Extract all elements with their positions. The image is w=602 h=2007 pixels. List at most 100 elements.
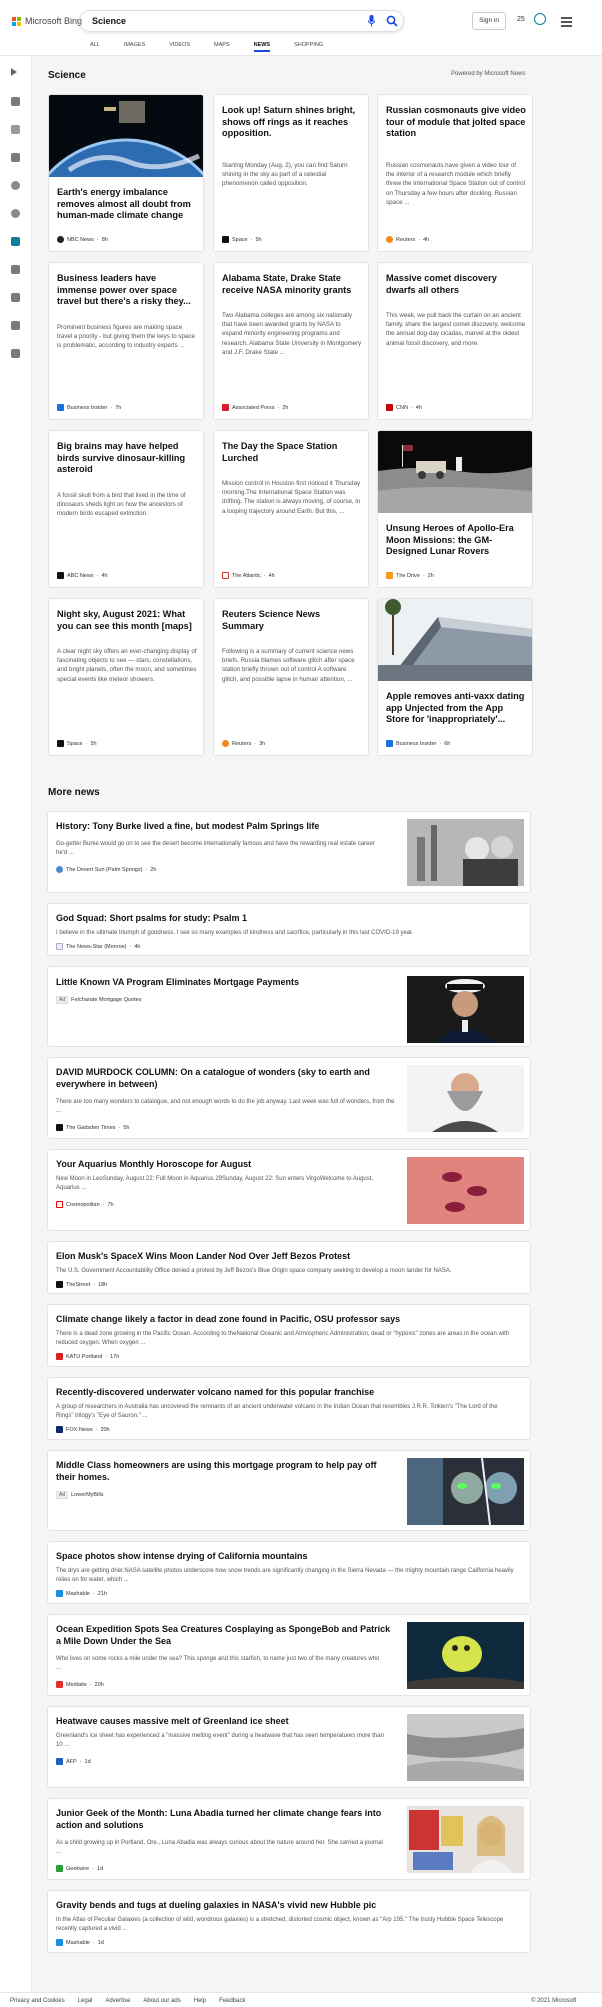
rewards-count[interactable]: 25 xyxy=(517,16,525,23)
news-title[interactable]: History: Tony Burke lived a fine, but mo… xyxy=(56,821,396,833)
news-card[interactable]: Earth's energy imbalance removes almost … xyxy=(48,94,204,252)
news-card[interactable]: Reuters Science News Summary Following i… xyxy=(213,598,369,756)
ap-logo-icon xyxy=(222,404,229,411)
tab-news[interactable]: NEWS xyxy=(253,42,271,52)
search-input[interactable]: Science xyxy=(92,16,126,26)
news-card[interactable]: Business leaders have immense power over… xyxy=(48,262,204,420)
rewards-medal-icon[interactable] xyxy=(534,13,546,25)
card-snippet: A fossil skull from a bird that lived in… xyxy=(57,492,186,518)
news-card[interactable]: The Day the Space Station Lurched Missio… xyxy=(213,430,369,588)
news-card[interactable]: Look up! Saturn shines bright, shows off… xyxy=(213,94,369,252)
sign-in-button[interactable]: Sign in xyxy=(472,12,506,30)
news-title[interactable]: Little Known VA Program Eliminates Mortg… xyxy=(56,977,396,989)
bing-logo[interactable]: Microsoft Bing xyxy=(12,16,82,26)
globe-icon[interactable] xyxy=(11,209,20,218)
expand-arrow-icon[interactable] xyxy=(11,68,17,76)
legal-link[interactable]: Legal xyxy=(78,1998,93,2004)
card-title[interactable]: Big brains may have helped birds survive… xyxy=(57,441,197,476)
tab-all[interactable]: ALL xyxy=(90,42,100,52)
news-title[interactable]: Gravity bends and tugs at dueling galaxi… xyxy=(56,1900,516,1912)
search-icon[interactable] xyxy=(386,15,398,27)
news-title[interactable]: Recently-discovered underwater volcano n… xyxy=(56,1387,516,1399)
news-item[interactable]: History: Tony Burke lived a fine, but mo… xyxy=(47,811,531,893)
card-source: The Atlantic · 4h xyxy=(222,572,275,579)
card-source: Business Insider · 6h xyxy=(386,740,450,747)
news-item[interactable]: Recently-discovered underwater volcano n… xyxy=(47,1377,531,1440)
news-title[interactable]: Space photos show intense drying of Cali… xyxy=(56,1551,516,1563)
card-title[interactable]: The Day the Space Station Lurched xyxy=(222,441,362,464)
feedback-link[interactable]: Feedback xyxy=(219,1998,245,2004)
tab-shopping[interactable]: SHOPPING xyxy=(294,42,323,52)
search-box[interactable]: Science xyxy=(79,10,404,32)
news-card[interactable]: Night sky, August 2021: What you can see… xyxy=(48,598,204,756)
news-item[interactable]: God Squad: Short psalms for study: Psalm… xyxy=(47,903,531,956)
news-card[interactable]: Russian cosmonauts give video tour of mo… xyxy=(377,94,533,252)
card-title[interactable]: Look up! Saturn shines bright, shows off… xyxy=(222,105,362,140)
news-source: The Gadsden Times · 5h xyxy=(56,1124,130,1131)
news-title[interactable]: God Squad: Short psalms for study: Psalm… xyxy=(56,913,516,925)
news-card[interactable]: Big brains may have helped birds survive… xyxy=(48,430,204,588)
news-item[interactable]: Heatwave causes massive melt of Greenlan… xyxy=(47,1706,531,1788)
news-snippet: Go-getter Burke would go on to see the d… xyxy=(56,841,375,856)
card-title[interactable]: Reuters Science News Summary xyxy=(222,609,362,632)
news-item[interactable]: Your Aquarius Monthly Horoscope for Augu… xyxy=(47,1149,531,1231)
news-title[interactable]: Your Aquarius Monthly Horoscope for Augu… xyxy=(56,1159,396,1171)
tab-maps[interactable]: MAPS xyxy=(214,42,230,52)
news-card[interactable]: Apple removes anti-vaxx dating app Unjec… xyxy=(377,598,533,756)
card-title[interactable]: Business leaders have immense power over… xyxy=(57,273,197,308)
news-title[interactable]: Junior Geek of the Month: Luna Abadia tu… xyxy=(56,1808,396,1831)
card-snippet: Following is a summary of current scienc… xyxy=(222,648,355,683)
cosmopolitan-logo-icon xyxy=(56,1201,63,1208)
news-title[interactable]: Climate change likely a factor in dead z… xyxy=(56,1314,516,1326)
advertise-link[interactable]: Advertise xyxy=(105,1998,130,2004)
katu-logo-icon xyxy=(56,1353,63,1360)
bank-icon[interactable] xyxy=(11,321,20,330)
card-snippet: This week, we pull back the curtain on a… xyxy=(386,312,526,347)
card-title[interactable]: Night sky, August 2021: What you can see… xyxy=(57,609,197,632)
tab-videos[interactable]: VIDEOS xyxy=(169,42,190,52)
film-icon[interactable] xyxy=(11,293,20,302)
science-icon[interactable] xyxy=(11,237,20,246)
flag-icon[interactable] xyxy=(11,153,20,162)
hamburger-menu-icon[interactable] xyxy=(561,17,572,29)
news-item[interactable]: Junior Geek of the Month: Luna Abadia tu… xyxy=(47,1798,531,1880)
card-title[interactable]: Earth's energy imbalance removes almost … xyxy=(57,187,197,222)
card-title[interactable]: Russian cosmonauts give video tour of mo… xyxy=(386,105,526,140)
card-title[interactable]: Apple removes anti-vaxx dating app Unjec… xyxy=(386,691,526,726)
news-title[interactable]: Heatwave causes massive melt of Greenlan… xyxy=(56,1716,396,1728)
shuffle-icon[interactable] xyxy=(11,125,20,134)
tab-images[interactable]: IMAGES xyxy=(124,42,145,52)
news-title[interactable]: Elon Musk's SpaceX Wins Moon Lander Nod … xyxy=(56,1251,516,1263)
card-title[interactable]: Massive comet discovery dwarfs all other… xyxy=(386,273,526,296)
ad-badge: Ad xyxy=(56,1491,69,1499)
privacy-link[interactable]: Privacy and Cookies xyxy=(10,1998,65,2004)
news-item[interactable]: Climate change likely a factor in dead z… xyxy=(47,1304,531,1367)
search-tabs: ALL IMAGES VIDEOS MAPS NEWS SHOPPING xyxy=(90,42,323,52)
news-card[interactable]: Unsung Heroes of Apollo-Era Moon Mission… xyxy=(377,430,533,588)
card-title[interactable]: Alabama State, Drake State receive NASA … xyxy=(222,273,362,296)
rocket-icon[interactable] xyxy=(11,265,20,274)
home-icon[interactable] xyxy=(11,97,20,106)
news-title[interactable]: DAVID MURDOCK COLUMN: On a catalogue of … xyxy=(56,1067,396,1090)
reuters-logo-icon xyxy=(386,236,393,243)
location-icon[interactable] xyxy=(11,181,20,190)
news-card[interactable]: Alabama State, Drake State receive NASA … xyxy=(213,262,369,420)
news-item[interactable]: Ocean Expedition Spots Sea Creatures Cos… xyxy=(47,1614,531,1696)
sponsored-item[interactable]: Middle Class homeowners are using this m… xyxy=(47,1450,531,1531)
help-link[interactable]: Help xyxy=(194,1998,206,2004)
news-item[interactable]: Space photos show intense drying of Cali… xyxy=(47,1541,531,1604)
about-ads-link[interactable]: About our ads xyxy=(143,1998,180,2004)
news-title[interactable]: Middle Class homeowners are using this m… xyxy=(56,1460,396,1483)
header: Microsoft Bing Science Sign in 25 ALL IM… xyxy=(0,0,602,56)
sponsored-item[interactable]: Little Known VA Program Eliminates Mortg… xyxy=(47,966,531,1047)
news-card[interactable]: Massive comet discovery dwarfs all other… xyxy=(377,262,533,420)
card-title[interactable]: Unsung Heroes of Apollo-Era Moon Mission… xyxy=(386,523,526,558)
mashable-logo-icon xyxy=(56,1939,63,1946)
microphone-icon[interactable] xyxy=(368,15,375,27)
copyright: © 2021 Microsoft xyxy=(531,1998,577,2004)
news-item[interactable]: Gravity bends and tugs at dueling galaxi… xyxy=(47,1890,531,1953)
news-item[interactable]: DAVID MURDOCK COLUMN: On a catalogue of … xyxy=(47,1057,531,1139)
news-item[interactable]: Elon Musk's SpaceX Wins Moon Lander Nod … xyxy=(47,1241,531,1294)
tv-icon[interactable] xyxy=(11,349,20,358)
news-title[interactable]: Ocean Expedition Spots Sea Creatures Cos… xyxy=(56,1624,396,1647)
